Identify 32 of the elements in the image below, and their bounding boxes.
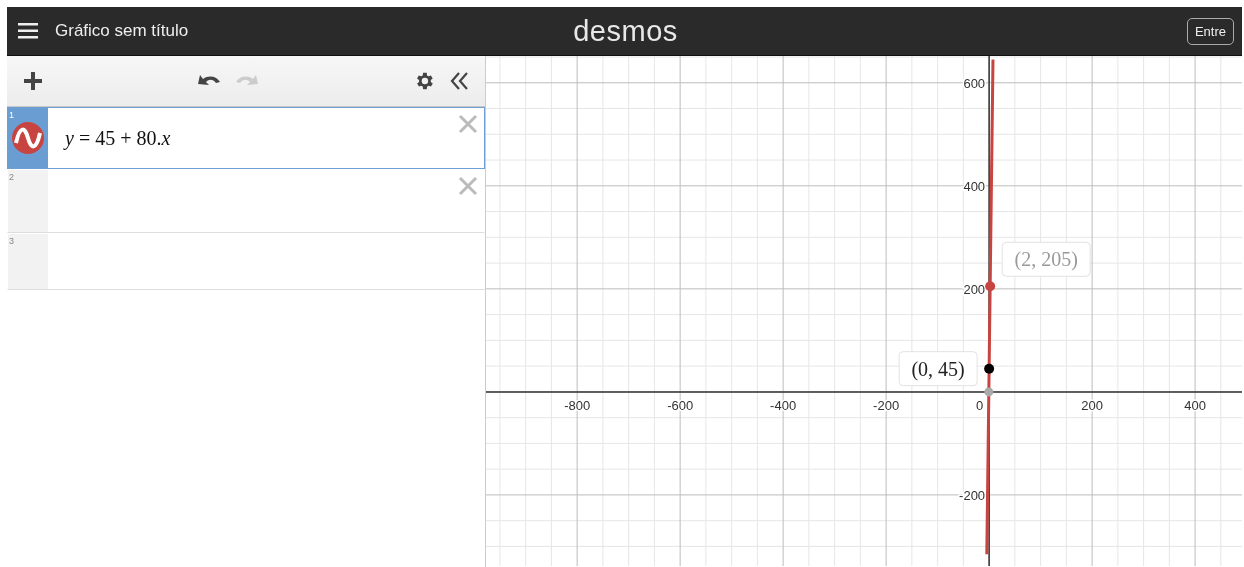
y-tick-label: 400	[963, 178, 986, 194]
expression-number: 1	[9, 110, 14, 120]
y-tick-label: 200	[963, 281, 986, 297]
origin-label: 0	[975, 397, 984, 413]
double-chevron-icon	[449, 70, 471, 92]
graph-title: Gráfico sem título	[55, 21, 189, 41]
annotation: (2, 205)	[1014, 248, 1078, 272]
x-tick-label: 400	[1184, 397, 1206, 413]
annotation: (0, 45)	[911, 357, 965, 381]
coordinate-label: (2, 205)	[1001, 241, 1091, 277]
coordinate-label: (0, 45)	[898, 351, 978, 387]
expression-input[interactable]: y = 45 + 80.x	[65, 126, 171, 150]
expression-number: 3	[9, 236, 14, 246]
sign-in-button[interactable]: Entre	[1186, 17, 1234, 45]
plus-icon	[23, 71, 43, 91]
x-tick-label: -200	[873, 397, 900, 413]
x-tick-label: 200	[1081, 397, 1103, 413]
graph-canvas[interactable]: -800 -600 -400 -200 200 400 -200 200 400 600 0 (0, 45) (2, 205)	[486, 56, 1242, 567]
expression-number: 2	[9, 172, 14, 182]
y-tick-label: 600	[963, 75, 986, 91]
menu-icon	[17, 21, 39, 41]
x-tick-label: -400	[770, 397, 797, 413]
x-tick-label: -600	[667, 397, 694, 413]
close-icon	[458, 114, 478, 134]
add-button[interactable]	[21, 69, 45, 93]
logo: desmos	[573, 14, 678, 48]
expression-row[interactable]: 1 y = 45 + 80.x	[7, 107, 485, 169]
point[interactable]	[984, 363, 995, 374]
close-icon	[458, 176, 478, 196]
y-tick-label: -200	[959, 487, 986, 503]
intercept-point[interactable]	[984, 387, 994, 397]
x-tick-label: -800	[564, 397, 591, 413]
